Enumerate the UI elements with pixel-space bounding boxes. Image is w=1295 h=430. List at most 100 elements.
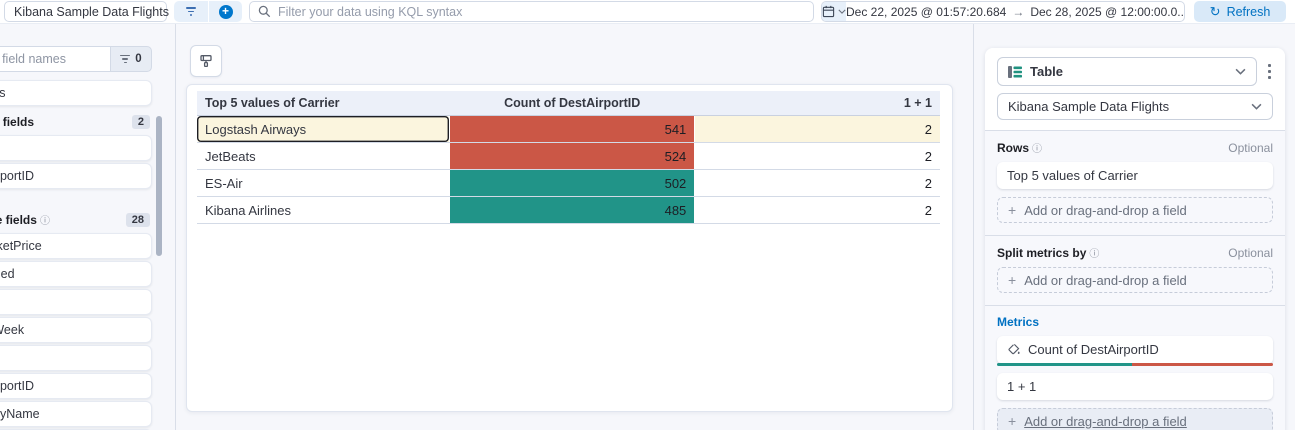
cell-count[interactable]: 485 [449,196,695,224]
field-label: Cancelled [0,267,15,281]
chevron-down-icon [838,9,846,14]
search-icon [258,5,271,18]
refresh-icon [1210,4,1221,20]
field-item[interactable]: AvgTicketPrice [0,233,152,259]
date-range-display[interactable]: Dec 22, 2025 @ 01:57:20.684 Dec 28, 2025… [846,5,1184,19]
cell-one-plus-one[interactable]: 2 [694,115,940,143]
field-label: DestAirportID [0,379,35,393]
field-item[interactable]: dayOfWeek [0,317,152,343]
cell-one-plus-one[interactable]: 2 [694,169,940,197]
field-label: AvgTicketPrice [0,239,42,253]
chevron-down-icon [1235,68,1245,75]
field-item[interactable]: Cancelled [0,261,152,287]
field-label: Records [0,86,6,100]
metrics-section: Metrics Count of DestAirportID 1 + 1 Add… [985,306,1285,430]
kql-search-bar[interactable] [249,1,814,22]
visualization-workspace: Top 5 values of Carrier Count of DestAir… [177,24,973,430]
split-optional-label: Optional [1228,245,1273,260]
sidebar-scrollbar[interactable] [156,116,162,256]
field-item[interactable]: Carrier [0,135,152,161]
field-label: DestAirportID [0,169,35,183]
field-item-records[interactable]: Records [0,80,152,106]
chart-switch-section: Table Kibana Sample Data Flights [985,48,1285,131]
lens-config-panel: Table Kibana Sample Data Flights Rows Op… [985,48,1285,430]
toggle-filters-button[interactable] [174,1,208,22]
field-filter-button[interactable]: 0 [110,46,152,72]
cell-carrier[interactable]: Logstash Airways [197,115,450,143]
table-row: ES-Air 502 2 [197,169,940,197]
column-header-count[interactable]: Count of DestAirportID [449,91,695,116]
panel-data-view-select[interactable]: Kibana Sample Data Flights [997,93,1273,120]
cell-one-plus-one[interactable]: 2 [694,196,940,224]
paint-bucket-icon [1008,343,1020,354]
add-filter-button[interactable] [208,1,242,22]
cell-count[interactable]: 502 [449,169,695,197]
add-field-label: Add or drag-and-drop a field [1024,413,1187,429]
cell-count[interactable]: 524 [449,142,695,170]
rows-dimension-pill[interactable]: Top 5 values of Carrier [997,162,1273,189]
plus-icon [1008,202,1016,218]
panel-options-kebab-icon[interactable] [1266,62,1274,82]
field-label: dayOfWeek [0,323,25,337]
rows-add-field-button[interactable]: Add or drag-and-drop a field [997,197,1273,223]
column-header-carrier[interactable]: Top 5 values of Carrier [197,91,450,116]
available-fields-header: Available fields 28 [0,212,150,227]
cell-one-plus-one[interactable]: 2 [694,142,940,170]
field-item[interactable]: DestCityName [0,401,152,427]
top-navigation-bar: Kibana Sample Data Flights Dec 22, 2025 … [0,0,1295,24]
date-range-picker: Dec 22, 2025 @ 01:57:20.684 Dec 28, 2025… [821,1,1185,22]
field-search-input[interactable] [0,52,102,66]
metrics-add-field-button[interactable]: Add or drag-and-drop a field [997,408,1273,430]
filter-icon [120,54,131,64]
metric-color-gradient [997,362,1273,366]
table-visualization-panel: Top 5 values of Carrier Count of DestAir… [186,84,953,412]
metric-formula-label: 1 + 1 [1007,379,1037,394]
field-item[interactable]: Dest [0,345,152,371]
table-chart-icon [1008,65,1022,78]
table-row: Logstash Airways 541 2 [197,115,940,143]
data-view-picker-label: Kibana Sample Data Flights [14,4,169,19]
info-icon[interactable] [1086,246,1099,260]
cell-carrier[interactable]: ES-Air [197,169,450,197]
cell-carrier[interactable]: Kibana Airlines [197,196,450,224]
metric-formula-pill[interactable]: 1 + 1 [997,373,1273,400]
chevron-down-icon [1251,103,1262,110]
kql-search-input[interactable] [278,4,805,19]
field-search-box[interactable] [0,46,110,72]
cell-count[interactable]: 541 [449,115,695,143]
column-header-one-plus-one[interactable]: 1 + 1 [694,91,940,116]
metrics-section-label: Metrics [997,315,1040,329]
visual-options-button[interactable] [190,45,222,77]
refresh-button[interactable]: Refresh [1194,1,1286,22]
field-search-row: 0 [0,46,152,72]
refresh-button-label: Refresh [1226,4,1271,19]
field-item[interactable]: Carrier [0,289,152,315]
filter-icon [186,7,196,16]
add-field-label: Add or drag-and-drop a field [1024,202,1187,218]
rows-section: Rows Optional Top 5 values of Carrier Ad… [985,131,1285,236]
panel-data-view-label: Kibana Sample Data Flights [1008,99,1170,114]
field-filter-count: 0 [135,53,142,65]
rows-optional-label: Optional [1228,140,1273,155]
filter-button-group [174,1,242,22]
split-add-field-button[interactable]: Add or drag-and-drop a field [997,267,1273,293]
date-start[interactable]: Dec 22, 2025 @ 01:57:20.684 [846,5,1006,19]
paint-roller-icon [200,55,212,68]
cell-carrier[interactable]: JetBeats [197,142,450,170]
table-row: Kibana Airlines 485 2 [197,196,940,224]
data-view-picker[interactable]: Kibana Sample Data Flights [4,1,169,22]
metric-dimension-pill[interactable]: Count of DestAirportID [997,336,1273,366]
table-row: JetBeats 524 2 [197,142,940,170]
lens-datatable: Top 5 values of Carrier Count of DestAir… [197,91,940,224]
info-icon[interactable] [1029,141,1042,155]
date-end[interactable]: Dec 28, 2025 @ 12:00:00.0... [1030,5,1184,19]
field-item[interactable]: DestAirportID [0,163,152,189]
metric-dimension-label: Count of DestAirportID [1028,342,1159,357]
chart-type-select[interactable]: Table [997,57,1257,86]
date-quick-select-button[interactable] [822,2,846,21]
field-item[interactable]: DestAirportID [0,373,152,399]
selected-fields-label: Selected fields [0,115,35,129]
field-label: DestCityName [0,407,40,421]
info-icon[interactable] [37,213,50,227]
plus-icon [1008,413,1016,429]
